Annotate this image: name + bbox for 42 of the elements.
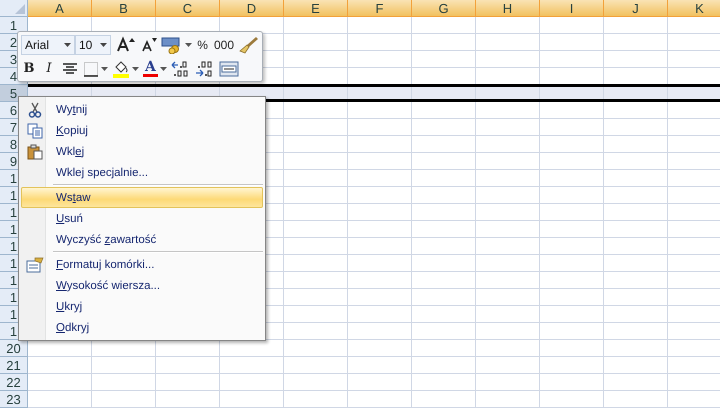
dropdown-icon xyxy=(132,66,139,70)
italic-button[interactable]: I xyxy=(41,61,57,76)
column-header[interactable]: H xyxy=(476,0,540,17)
row-header[interactable]: 22 xyxy=(0,374,28,391)
borders-icon xyxy=(83,60,99,76)
column-header[interactable]: E xyxy=(284,0,348,17)
row-header[interactable]: 23 xyxy=(0,391,28,408)
column-header[interactable]: G xyxy=(412,0,476,17)
number-format-button[interactable]: 000 xyxy=(212,38,235,52)
fill-color-button[interactable] xyxy=(112,60,139,78)
dropdown-icon xyxy=(100,42,108,46)
column-header[interactable]: D xyxy=(220,0,284,17)
borders-button[interactable] xyxy=(83,60,108,76)
row-header[interactable]: 1 xyxy=(0,17,28,34)
format-cells-icon xyxy=(26,256,44,272)
column-header[interactable]: C xyxy=(156,0,220,17)
column-header[interactable]: I xyxy=(540,0,604,17)
dropdown-icon xyxy=(160,66,167,70)
paint-bucket-icon xyxy=(112,60,130,78)
currency-format-button[interactable] xyxy=(161,36,192,54)
dropdown-icon xyxy=(185,42,192,46)
dropdown-icon xyxy=(64,42,71,46)
font-name-field[interactable]: Arial xyxy=(21,34,75,54)
font-color-button[interactable]: A xyxy=(143,60,167,77)
font-size-field[interactable]: 10 xyxy=(75,34,112,54)
number-format-button[interactable]: % xyxy=(196,38,209,52)
column-header[interactable]: J xyxy=(604,0,668,17)
menu-item[interactable]: Wstaw xyxy=(21,187,263,208)
copy-icon xyxy=(27,122,43,138)
row-header[interactable]: 21 xyxy=(0,357,28,374)
column-header[interactable]: B xyxy=(92,0,156,17)
clipboard-icon xyxy=(27,144,43,160)
brush-icon[interactable] xyxy=(239,36,259,54)
corner-triangle-icon xyxy=(15,4,25,14)
grow-font-icon[interactable] xyxy=(115,36,136,54)
row-header[interactable]: 20 xyxy=(0,340,28,357)
column-header[interactable]: A xyxy=(28,0,92,17)
column-header[interactable]: F xyxy=(348,0,412,17)
scissors-icon xyxy=(28,102,42,118)
column-header[interactable]: K xyxy=(668,0,720,17)
dropdown-icon xyxy=(101,66,108,70)
merge-center-icon[interactable] xyxy=(218,60,239,78)
